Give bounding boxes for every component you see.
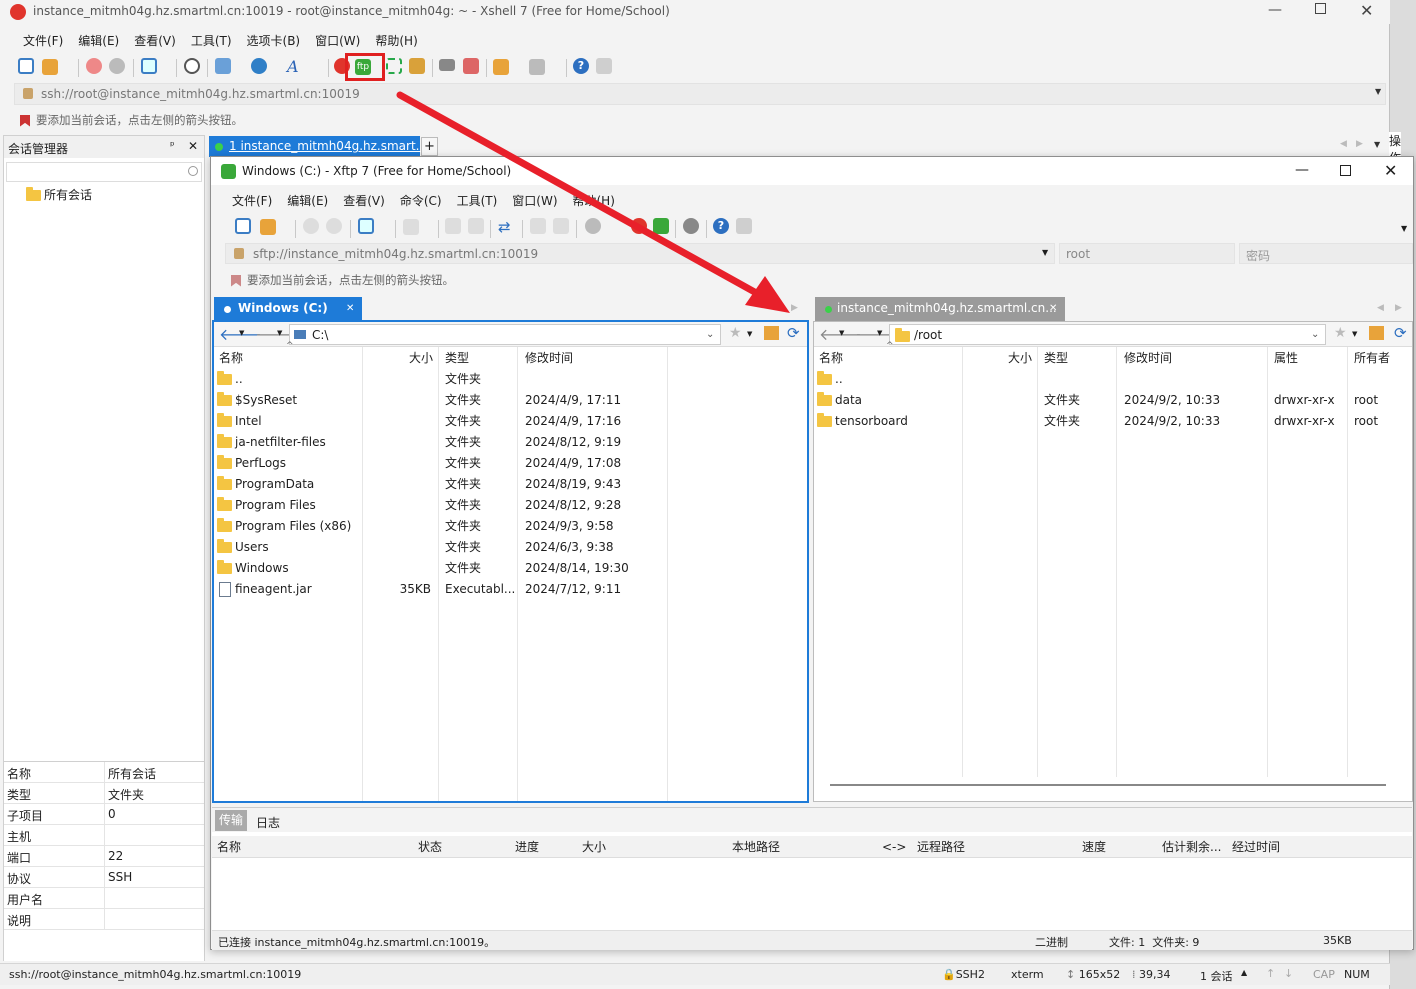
annotation-arrow [396,91,790,313]
